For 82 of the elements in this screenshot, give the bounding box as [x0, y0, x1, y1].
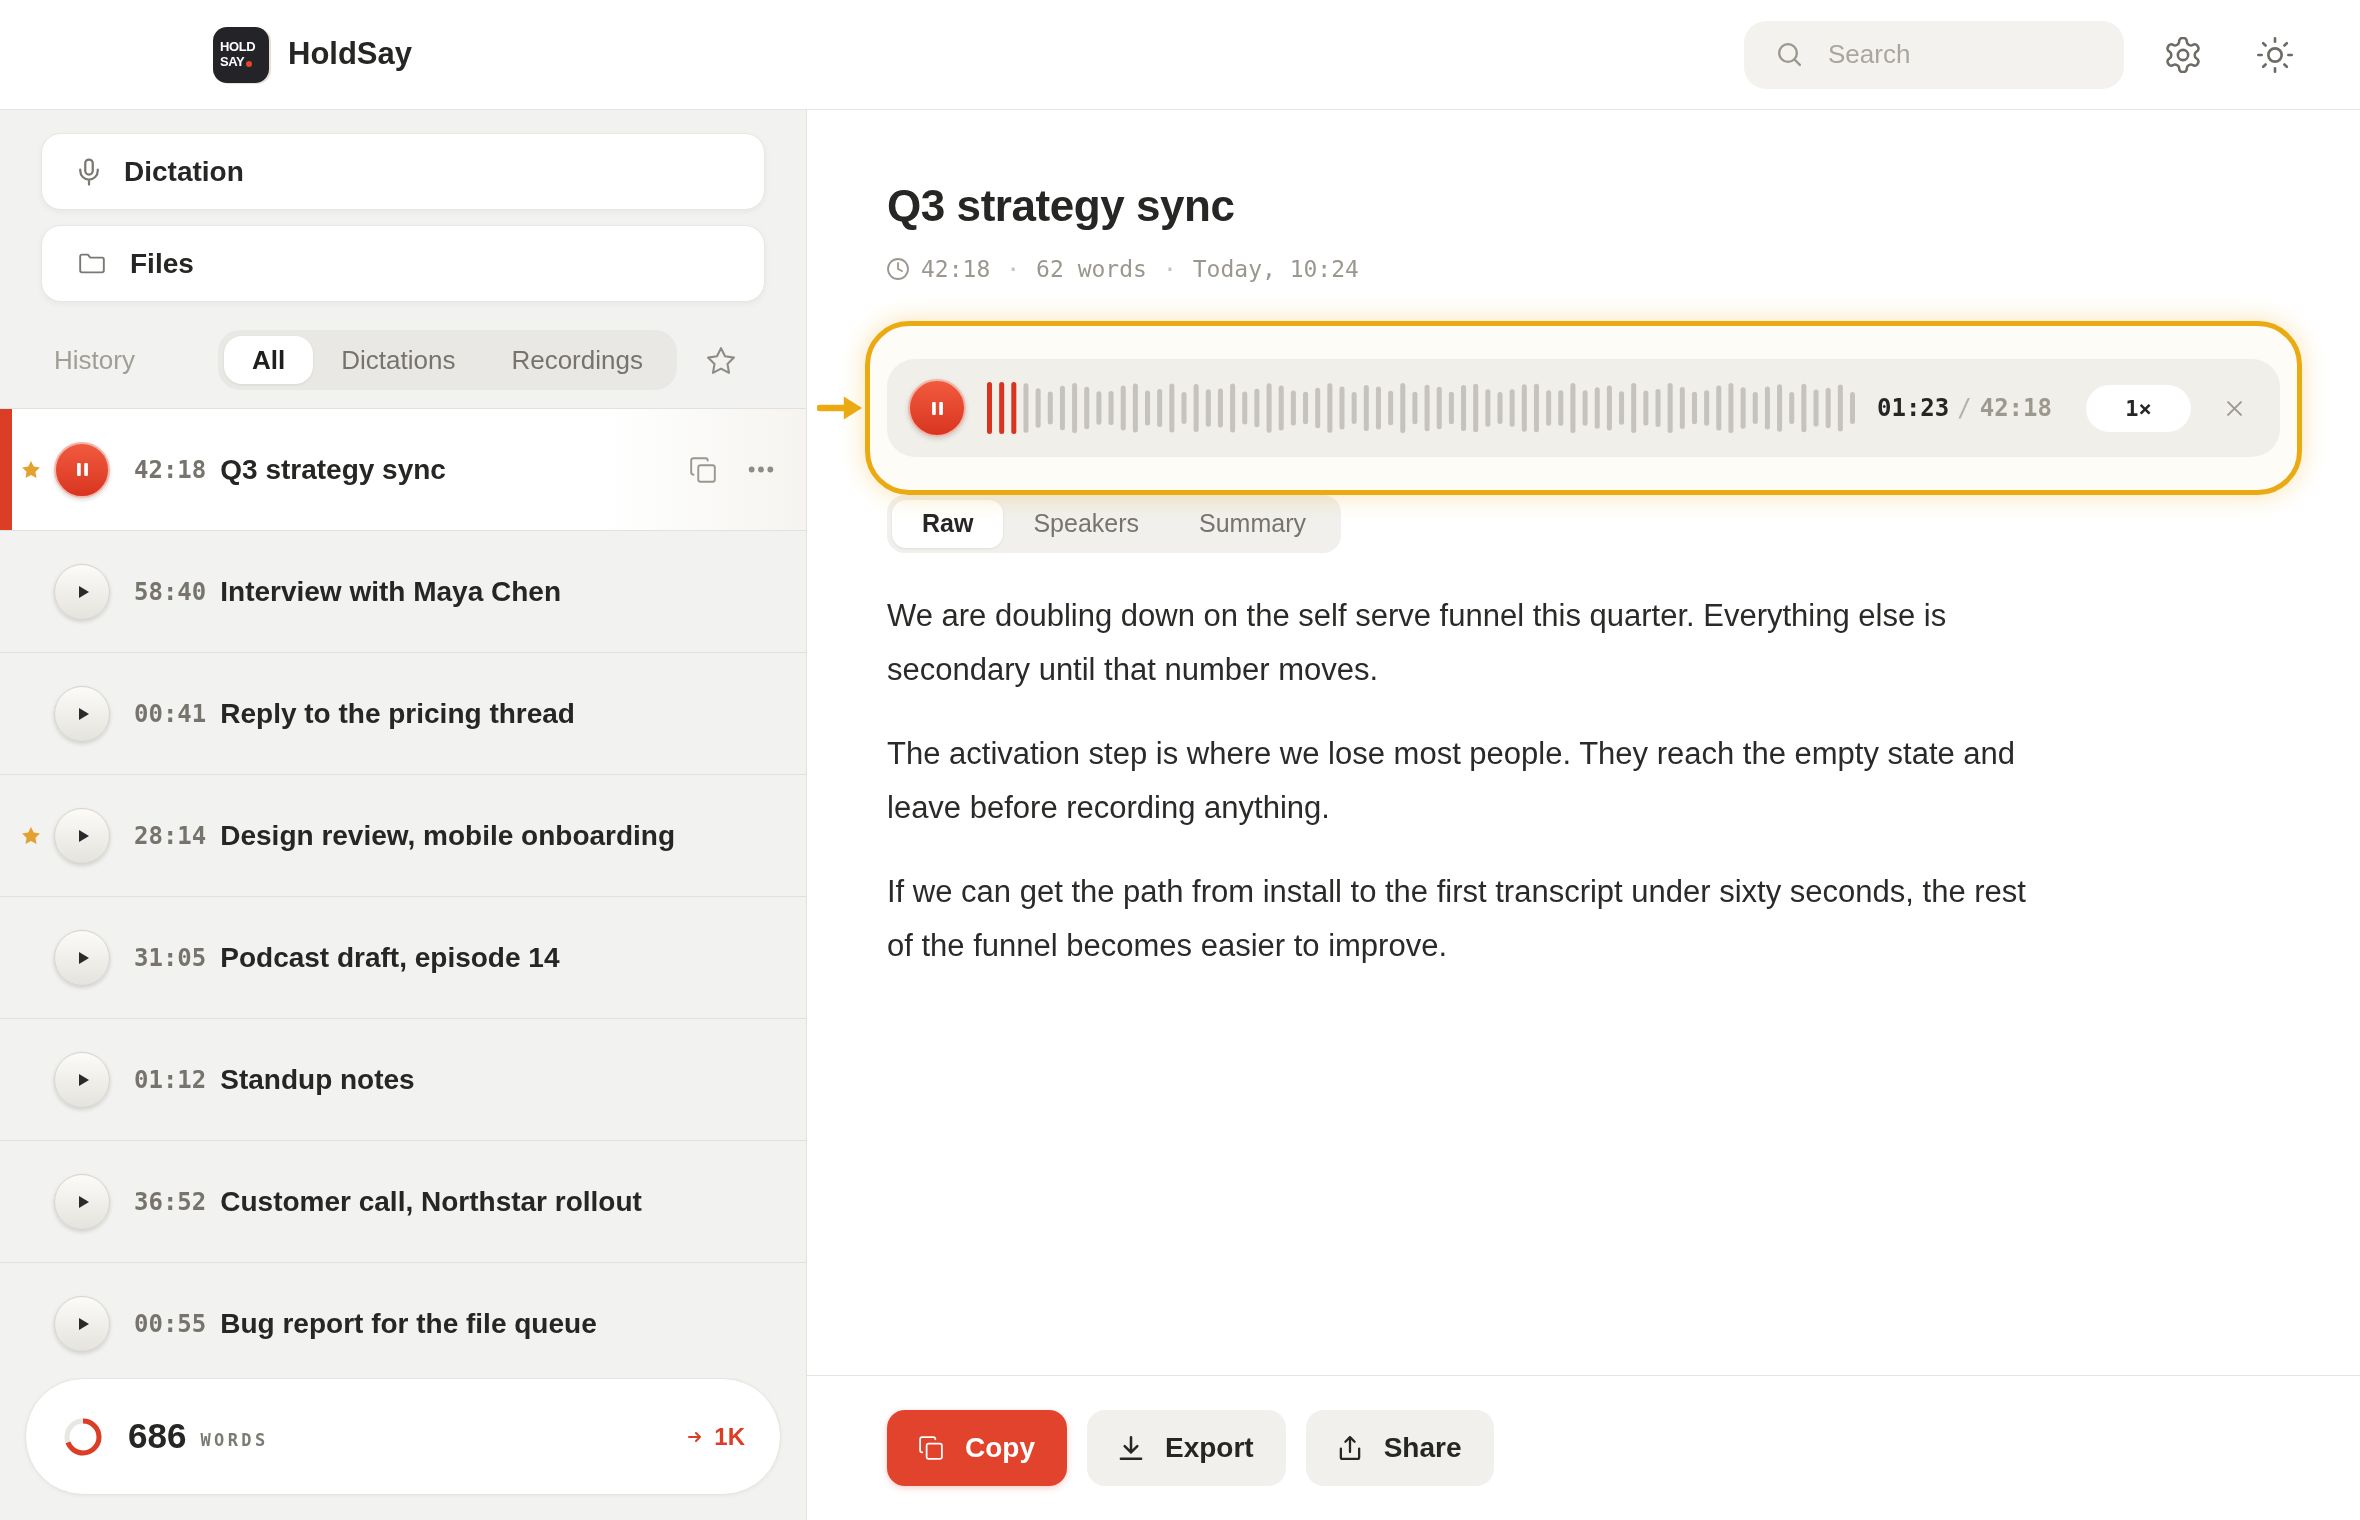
view-tab[interactable]: Speakers	[1003, 500, 1170, 548]
play-button[interactable]	[54, 1295, 110, 1352]
play-icon	[78, 1317, 89, 1330]
play-button[interactable]	[54, 1051, 110, 1108]
play-button[interactable]	[54, 929, 110, 986]
star-icon[interactable]	[706, 346, 735, 374]
settings-icon[interactable]	[2165, 36, 2201, 73]
speed-button[interactable]: 1×	[2086, 384, 2191, 432]
pause-button[interactable]	[908, 379, 966, 437]
share-button[interactable]: Share	[1305, 1410, 1494, 1486]
meta-text: 42:18	[921, 254, 991, 284]
view-tab[interactable]: Raw	[892, 500, 1004, 548]
more-icon[interactable]	[748, 466, 774, 473]
duration-text: 01:12	[134, 1064, 207, 1096]
current-time: 01:23	[1877, 393, 1950, 424]
item-title: Q3 strategy sync	[220, 452, 446, 487]
microphone-icon	[79, 157, 99, 186]
folder-icon	[79, 253, 105, 274]
pointer-arrow-icon	[817, 394, 863, 422]
copy-icon[interactable]	[690, 456, 716, 483]
total-time: 42:18	[1979, 393, 2052, 424]
meta-separator: ·	[1162, 254, 1177, 284]
time-separator: /	[1957, 393, 1972, 424]
transcript-paragraph: The activation step is where we lose most people. They reach the empty state and leave before recording anything.	[887, 735, 2017, 827]
close-icon[interactable]	[2227, 400, 2242, 416]
meta-text: 62 words	[1036, 254, 1147, 284]
nav-button[interactable]: Files	[41, 225, 765, 302]
history-item[interactable]: 42:18 Q3 strategy sync	[0, 409, 806, 531]
clock-icon	[887, 258, 909, 280]
duration-text: 36:52	[134, 1186, 207, 1218]
duration-text: 28:14	[134, 820, 207, 852]
duration-text: 31:05	[134, 942, 207, 974]
word-goal: 1K	[714, 1421, 745, 1452]
filter-tab[interactable]: All	[224, 336, 314, 384]
filter-tab[interactable]: Recordings	[483, 336, 671, 384]
play-button[interactable]	[54, 1173, 110, 1230]
item-title: Customer call, Northstar rollout	[220, 1184, 642, 1219]
play-button[interactable]	[54, 563, 110, 620]
meta-separator: ·	[1006, 254, 1021, 284]
sun-icon[interactable]	[2257, 36, 2293, 73]
app-name: HoldSay	[288, 35, 413, 74]
play-button[interactable]	[54, 685, 110, 742]
item-title: Interview with Maya Chen	[220, 574, 561, 609]
play-icon	[78, 951, 89, 964]
play-icon	[78, 1195, 89, 1208]
pause-icon	[76, 463, 88, 476]
pause-icon	[931, 401, 943, 415]
nav-button[interactable]: Dictation	[41, 133, 765, 210]
word-count: 686	[128, 1415, 187, 1458]
duration-text: 00:41	[134, 698, 207, 730]
meta-text: Today, 10:24	[1192, 254, 1359, 284]
share-icon	[1337, 1436, 1362, 1460]
transcript-paragraph: We are doubling down on the self serve funnel this quarter. Everything else is secondary until that number moves.	[887, 597, 1948, 689]
search-field[interactable]: Search	[1744, 20, 2124, 89]
item-title: Podcast draft, episode 14	[220, 940, 560, 975]
search-icon	[1778, 42, 1801, 66]
play-icon	[78, 585, 89, 598]
word-count-unit: WORDS	[200, 1428, 269, 1452]
download-icon	[1119, 1436, 1143, 1460]
transcript-paragraph: If we can get the path from install to the first transcript under sixty seconds, the rest of the funnel becomes easier to improve.	[887, 873, 2027, 965]
item-title: Bug report for the file queue	[220, 1306, 597, 1341]
play-button[interactable]	[54, 807, 110, 864]
export-button[interactable]: Export	[1087, 1410, 1286, 1486]
play-icon	[78, 707, 89, 720]
document-title: Q3 strategy sync	[887, 180, 1235, 232]
duration-text: 00:55	[134, 1308, 207, 1340]
duration-text: 42:18	[134, 454, 207, 486]
logo-text: SAY	[220, 55, 245, 69]
logo-text: HOLD	[220, 40, 256, 54]
copy-icon	[919, 1436, 943, 1460]
filter-tab[interactable]: Dictations	[313, 336, 484, 384]
play-icon	[78, 1073, 89, 1086]
pause-button[interactable]	[54, 441, 110, 498]
play-icon	[78, 829, 89, 842]
copy-button[interactable]: Copy	[887, 1410, 1067, 1486]
duration-text: 58:40	[134, 576, 207, 608]
section-label: History	[54, 343, 136, 377]
view-tab[interactable]: Summary	[1169, 500, 1336, 548]
item-title: Design review, mobile onboarding	[220, 818, 676, 853]
arrow-right-icon	[688, 1431, 703, 1442]
item-title: Reply to the pricing thread	[220, 696, 575, 731]
item-title: Standup notes	[220, 1062, 415, 1097]
